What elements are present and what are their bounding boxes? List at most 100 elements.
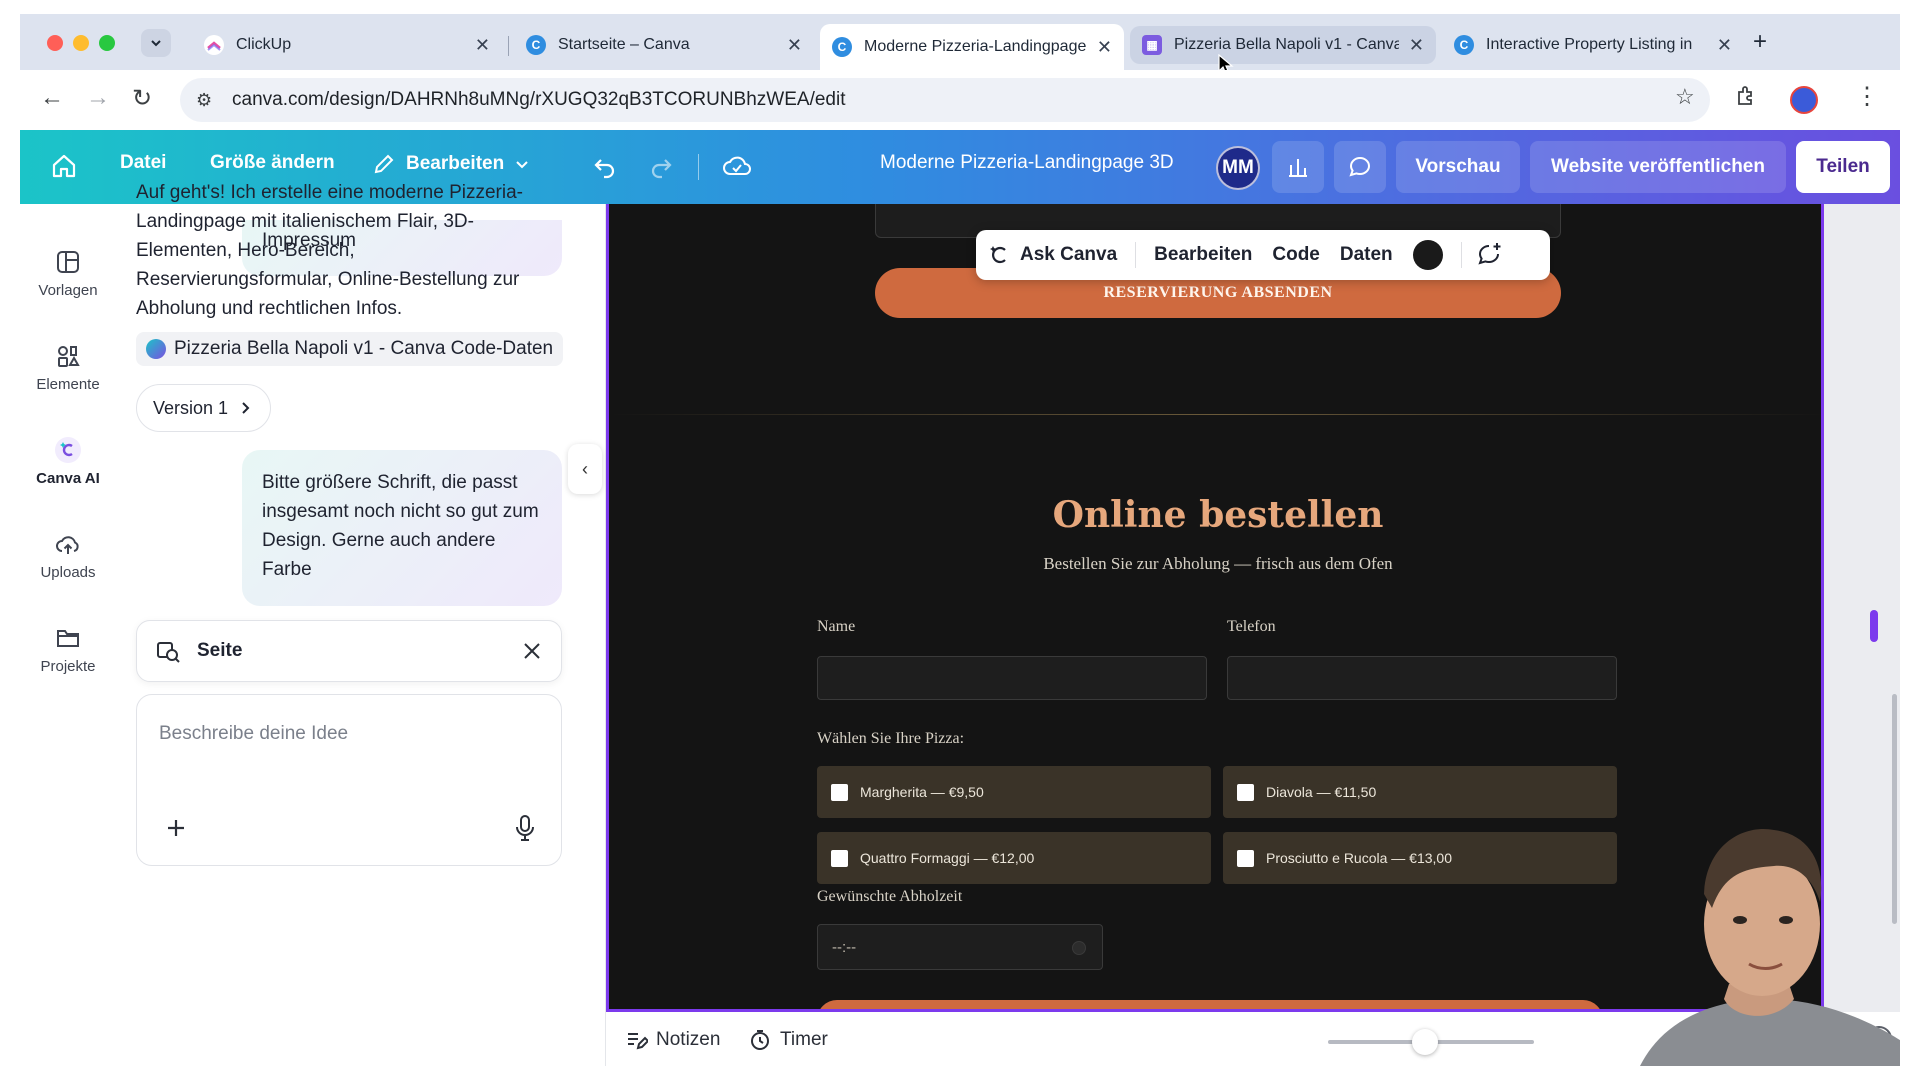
insights-button[interactable] <box>1272 141 1324 193</box>
file-menu[interactable]: Datei <box>120 152 166 174</box>
comments-button[interactable] <box>1334 141 1386 193</box>
preview-button[interactable]: Vorschau <box>1396 141 1520 193</box>
address-bar: ← → ↻ canva.com/design/DAHRNh8uMNg/rXUGQ… <box>20 70 1900 130</box>
pizza-label: Margherita — €9,50 <box>860 784 984 800</box>
home-icon[interactable] <box>48 150 80 182</box>
order-submit-button[interactable] <box>817 1000 1603 1009</box>
checkbox[interactable] <box>1237 783 1254 801</box>
toolbar-edit-button[interactable]: Bearbeiten <box>1144 244 1262 266</box>
forward-arrow-icon[interactable]: → <box>86 84 110 112</box>
redo-icon[interactable] <box>648 154 674 180</box>
tab-canva-home[interactable]: C Startseite – Canva ✕ <box>514 26 814 64</box>
close-icon[interactable]: ✕ <box>475 35 490 56</box>
scope-selector[interactable]: Seite <box>136 620 562 682</box>
upload-cloud-icon <box>56 536 79 554</box>
resize-menu[interactable]: Größe ändern <box>210 152 335 174</box>
pizza-option[interactable]: Quattro Formaggi — €12,00 <box>817 832 1211 884</box>
pizza-option[interactable]: Diavola — €11,50 <box>1223 766 1617 818</box>
elements-icon <box>58 346 80 367</box>
extensions-icon[interactable] <box>1735 84 1757 112</box>
ask-canva-button[interactable]: Ask Canva <box>988 243 1127 267</box>
pizza-option[interactable]: Prosciutto e Rucola — €13,00 <box>1223 832 1617 884</box>
toolbar-divider <box>1460 242 1462 268</box>
pizza-label: Diavola — €11,50 <box>1266 784 1377 800</box>
prompt-input[interactable]: Beschreibe deine Idee <box>136 694 562 866</box>
notes-button[interactable]: Notizen <box>624 1028 720 1052</box>
rail-label: Canva AI <box>36 470 100 487</box>
share-button[interactable]: Teilen <box>1796 141 1890 193</box>
tab-search-button[interactable] <box>141 29 171 57</box>
rail-label: Vorlagen <box>38 282 98 299</box>
tab-title: ClickUp <box>236 36 292 53</box>
chevron-down-icon <box>516 161 528 169</box>
back-arrow-icon[interactable]: ← <box>40 84 64 112</box>
tab-title: Startseite – Canva <box>558 36 690 53</box>
url-field[interactable]: canva.com/design/DAHRNh8uMNg/rXUGQ32qB3T… <box>180 78 1710 122</box>
collapse-panel-button[interactable]: ‹ <box>568 444 602 494</box>
prompt-placeholder: Beschreibe deine Idee <box>159 723 349 744</box>
pizza-select-label: Wählen Sie Ihre Pizza: <box>817 730 965 747</box>
rail-item-projects[interactable]: Projekte <box>20 624 116 675</box>
close-window-button[interactable] <box>47 35 63 51</box>
rail-label: Elemente <box>36 376 100 393</box>
checkbox[interactable] <box>1237 849 1254 867</box>
templates-icon <box>57 251 79 273</box>
rail-item-elements[interactable]: Elemente <box>20 342 116 393</box>
profile-avatar[interactable] <box>1790 86 1818 114</box>
cloud-saved-icon[interactable] <box>722 152 752 180</box>
rail-item-canva-ai[interactable]: Canva AI <box>20 436 116 487</box>
tab-property-listing[interactable]: C Interactive Property Listing in ✕ <box>1442 26 1744 64</box>
reload-icon[interactable]: ↻ <box>132 84 152 113</box>
notes-icon <box>628 1033 648 1050</box>
tab-pizzeria-data[interactable]: ▦ Pizzeria Bella Napoli v1 - Canva ✕ <box>1130 26 1436 64</box>
tab-title: Interactive Property Listing in <box>1486 36 1693 53</box>
minimize-window-button[interactable] <box>73 35 89 51</box>
toolbar-data-button[interactable]: Daten <box>1330 244 1403 266</box>
user-avatar[interactable]: MM <box>1216 146 1260 190</box>
pizza-label: Quattro Formaggi — €12,00 <box>860 850 1035 866</box>
canva-ai-icon <box>55 437 81 463</box>
close-icon[interactable]: ✕ <box>1717 35 1732 56</box>
pickup-time-input[interactable]: --:-- <box>817 924 1103 970</box>
checkbox[interactable] <box>831 783 848 801</box>
edit-menu[interactable]: Bearbeiten <box>372 152 530 176</box>
microphone-icon[interactable] <box>513 813 537 843</box>
tab-strip: ClickUp ✕ C Startseite – Canva ✕ C Moder… <box>20 14 1900 75</box>
side-rail: Vorlagen Elemente Canva AI Uploads Proje… <box>20 204 116 1066</box>
rail-item-uploads[interactable]: Uploads <box>20 530 116 581</box>
tab-clickup[interactable]: ClickUp ✕ <box>192 26 502 64</box>
canva-icon <box>146 339 166 359</box>
undo-icon[interactable] <box>592 154 618 180</box>
tab-active-design[interactable]: C Moderne Pizzeria-Landingpage 3D ✕ <box>820 24 1124 70</box>
notes-label: Notizen <box>656 1029 721 1050</box>
browser-menu-icon[interactable]: ⋮ <box>1855 82 1879 111</box>
url-text: canva.com/design/DAHRNh8uMNg/rXUGQ32qB3T… <box>232 89 846 110</box>
rail-item-templates[interactable]: Vorlagen <box>20 248 116 299</box>
phone-input[interactable] <box>1227 656 1617 700</box>
site-settings-icon[interactable]: ⚙ <box>196 90 212 111</box>
add-comment-icon[interactable] <box>1476 241 1504 269</box>
publish-website-button[interactable]: Website veröffentlichen <box>1530 141 1786 193</box>
close-icon[interactable] <box>521 640 543 662</box>
checkbox[interactable] <box>831 849 848 867</box>
pizza-option[interactable]: Margherita — €9,50 <box>817 766 1211 818</box>
timer-button[interactable]: Timer <box>748 1028 828 1052</box>
maximize-window-button[interactable] <box>99 35 115 51</box>
toolbar-divider <box>1135 242 1137 268</box>
add-icon[interactable] <box>165 817 187 839</box>
canva-icon: C <box>526 35 546 55</box>
color-swatch[interactable] <box>1412 240 1443 270</box>
close-icon[interactable]: ✕ <box>787 35 802 56</box>
bookmark-star-icon[interactable]: ☆ <box>1675 84 1695 110</box>
page-scroll-indicator[interactable] <box>1870 610 1878 642</box>
zoom-slider-handle[interactable] <box>1412 1029 1438 1055</box>
name-input[interactable] <box>817 656 1207 700</box>
rail-label: Projekte <box>40 658 96 675</box>
new-tab-button[interactable]: + <box>1753 28 1767 56</box>
close-icon[interactable]: ✕ <box>1409 35 1424 56</box>
version-button[interactable]: Version 1 <box>136 384 272 432</box>
code-data-chip[interactable]: Pizzeria Bella Napoli v1 - Canva Code-Da… <box>136 332 564 366</box>
close-icon[interactable]: ✕ <box>1097 37 1112 58</box>
toolbar-code-button[interactable]: Code <box>1262 244 1330 266</box>
document-title[interactable]: Moderne Pizzeria-Landingpage 3D <box>880 152 1174 174</box>
